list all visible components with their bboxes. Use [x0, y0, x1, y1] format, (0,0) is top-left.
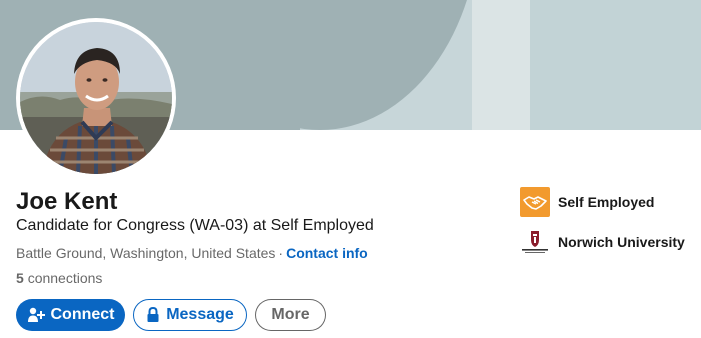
- company-name: Self Employed: [558, 194, 655, 210]
- contact-info-link[interactable]: Contact info: [286, 245, 368, 261]
- message-label: Message: [166, 306, 234, 323]
- connect-button[interactable]: Connect: [16, 299, 125, 331]
- more-label: More: [271, 306, 310, 323]
- connect-label: Connect: [50, 306, 115, 323]
- connections-label: connections: [27, 270, 103, 286]
- profile-photo[interactable]: [16, 18, 176, 178]
- education-link[interactable]: Norwich University: [520, 227, 685, 257]
- connections-count: 5 connections: [16, 270, 102, 286]
- experience-education-summary: Self Employed Norwich University: [520, 187, 685, 267]
- add-person-icon: [27, 307, 45, 323]
- more-button[interactable]: More: [255, 299, 326, 331]
- profile-headline: Candidate for Congress (WA-03) at Self E…: [16, 217, 374, 234]
- banner-right-panel: [530, 0, 701, 130]
- profile-name: Joe Kent: [16, 188, 118, 215]
- connections-number: 5: [16, 270, 24, 286]
- profile-actions: Connect Message More: [16, 299, 326, 331]
- lock-icon: [146, 307, 160, 323]
- handshake-icon: [520, 187, 550, 217]
- banner-light-strip: [472, 0, 530, 130]
- profile-location: Battle Ground, Washington, United States: [16, 245, 276, 261]
- school-name: Norwich University: [558, 234, 685, 250]
- location-row: Battle Ground, Washington, United States…: [16, 245, 368, 261]
- message-button[interactable]: Message: [133, 299, 247, 331]
- separator-dot: ·: [278, 245, 284, 261]
- profile-photo-image: [20, 22, 172, 174]
- current-position-link[interactable]: Self Employed: [520, 187, 685, 217]
- norwich-university-logo: [520, 227, 550, 257]
- avatar: [20, 22, 172, 174]
